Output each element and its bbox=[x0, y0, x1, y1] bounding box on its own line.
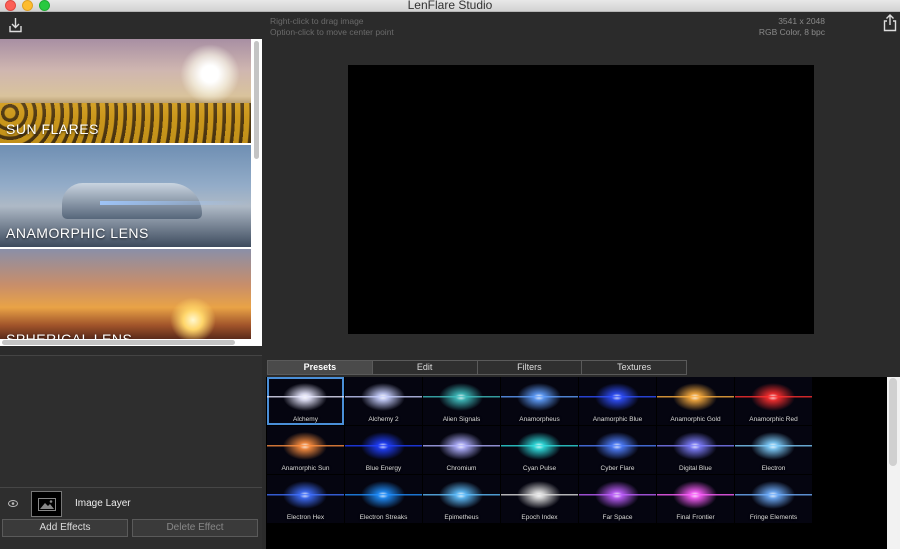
preset-label: Far Space bbox=[602, 514, 633, 521]
preset-label: Chromium bbox=[446, 465, 477, 472]
sunset-image bbox=[170, 297, 216, 339]
preset-label: Electron Streaks bbox=[359, 514, 408, 521]
preset-tile[interactable]: Alchemy 2 bbox=[345, 377, 422, 425]
delete-effect-button[interactable]: Delete Effect bbox=[132, 519, 258, 537]
category-sun-flares[interactable]: SUN FLARES bbox=[0, 39, 251, 143]
preset-label: Electron bbox=[761, 465, 786, 472]
preset-label: Anamorphic Red bbox=[749, 416, 798, 423]
preset-tile[interactable]: Chromium bbox=[423, 426, 500, 474]
layers-panel: Image Layer Add Effects Delete Effect bbox=[0, 355, 262, 549]
scroll-thumb[interactable] bbox=[2, 340, 235, 345]
lens-beam-image bbox=[100, 201, 250, 205]
preview-canvas[interactable] bbox=[348, 65, 814, 334]
preset-label: Digital Blue bbox=[679, 465, 712, 472]
title-bar: LenFlare Studio bbox=[0, 0, 900, 12]
tab-presets[interactable]: Presets bbox=[267, 360, 373, 375]
preset-label: Alchemy bbox=[293, 416, 318, 423]
preset-tile[interactable]: Anamorphic Gold bbox=[657, 377, 734, 425]
preset-tile[interactable]: Cyan Pulse bbox=[501, 426, 578, 474]
sun-image bbox=[180, 44, 240, 104]
image-dimensions: 3541 x 2048 bbox=[778, 16, 825, 26]
eye-icon[interactable] bbox=[8, 499, 18, 510]
center-point-hint: Option-click to move center point bbox=[270, 27, 394, 37]
preset-label: Alien Signals bbox=[442, 416, 481, 423]
category-spherical-lens[interactable]: SPHERICAL LENS bbox=[0, 249, 251, 339]
add-effects-button[interactable]: Add Effects bbox=[2, 519, 128, 537]
preset-tile[interactable]: Far Space bbox=[579, 475, 656, 523]
preset-label: Electron Hex bbox=[286, 514, 325, 521]
preset-tile[interactable]: Electron Hex bbox=[267, 475, 344, 523]
preset-tile[interactable]: Epoch Index bbox=[501, 475, 578, 523]
tab-bar: Presets Edit Filters Textures bbox=[267, 360, 687, 375]
preset-tile[interactable]: Digital Blue bbox=[657, 426, 734, 474]
preset-tile[interactable]: Electron Streaks bbox=[345, 475, 422, 523]
category-label: SPHERICAL LENS bbox=[6, 331, 133, 339]
presets-panel: Alchemy Alchemy 2 Alien Signals Anamorpheus… bbox=[266, 377, 900, 549]
category-label: SUN FLARES bbox=[6, 121, 99, 137]
window-title: LenFlare Studio bbox=[407, 0, 493, 12]
tab-edit[interactable]: Edit bbox=[372, 360, 478, 375]
import-icon[interactable] bbox=[8, 17, 23, 37]
preset-tile[interactable]: Epimetheus bbox=[423, 475, 500, 523]
presets-scroll-thumb[interactable] bbox=[889, 378, 897, 466]
drag-hint: Right-click to drag image bbox=[270, 16, 364, 26]
preset-tile[interactable]: Alien Signals bbox=[423, 377, 500, 425]
preset-label: Epoch Index bbox=[521, 514, 558, 521]
preset-label: Anamorphic Blue bbox=[592, 416, 643, 423]
share-icon[interactable] bbox=[883, 14, 897, 36]
tab-filters[interactable]: Filters bbox=[477, 360, 583, 375]
preset-tile[interactable]: Final Frontier bbox=[657, 475, 734, 523]
preset-label: Final Frontier bbox=[676, 514, 715, 521]
category-vertical-scrollbar[interactable] bbox=[253, 41, 260, 341]
preset-tile[interactable]: Electron bbox=[735, 426, 812, 474]
category-anamorphic-lens[interactable]: ANAMORPHIC LENS bbox=[0, 145, 251, 247]
preset-tile[interactable]: Fringe Elements bbox=[735, 475, 812, 523]
preset-label: Cyan Pulse bbox=[522, 465, 557, 472]
layer-row[interactable]: Image Layer bbox=[0, 487, 262, 519]
layer-name: Image Layer bbox=[75, 498, 131, 509]
category-label: ANAMORPHIC LENS bbox=[6, 225, 149, 241]
scroll-thumb[interactable] bbox=[254, 41, 259, 159]
category-horizontal-scrollbar[interactable] bbox=[0, 339, 262, 346]
preset-label: Blue Energy bbox=[365, 465, 402, 472]
image-layer-thumbnail bbox=[31, 491, 62, 517]
preset-tile[interactable]: Blue Energy bbox=[345, 426, 422, 474]
preset-label: Anamorpheus bbox=[519, 416, 560, 423]
image-color-mode: RGB Color, 8 bpc bbox=[758, 27, 825, 37]
preset-tile[interactable]: Anamorpheus bbox=[501, 377, 578, 425]
preset-label: Alchemy 2 bbox=[368, 416, 399, 423]
preset-tile[interactable]: Alchemy bbox=[267, 377, 344, 425]
preset-label: Anamorphic Gold bbox=[670, 416, 721, 423]
preset-tile[interactable]: Cyber Flare bbox=[579, 426, 656, 474]
preset-tile[interactable]: Anamorphic Sun bbox=[267, 426, 344, 474]
presets-grid: Alchemy Alchemy 2 Alien Signals Anamorpheus… bbox=[267, 377, 812, 523]
preset-label: Fringe Elements bbox=[749, 514, 798, 521]
preset-tile[interactable]: Anamorphic Red bbox=[735, 377, 812, 425]
preset-label: Cyber Flare bbox=[600, 465, 635, 472]
preset-label: Epimetheus bbox=[444, 514, 479, 521]
tab-textures[interactable]: Textures bbox=[582, 360, 687, 375]
preset-tile[interactable]: Anamorphic Blue bbox=[579, 377, 656, 425]
category-browser: SUN FLARES ANAMORPHIC LENS SPHERICAL LEN… bbox=[0, 39, 262, 346]
preset-label: Anamorphic Sun bbox=[281, 465, 330, 472]
